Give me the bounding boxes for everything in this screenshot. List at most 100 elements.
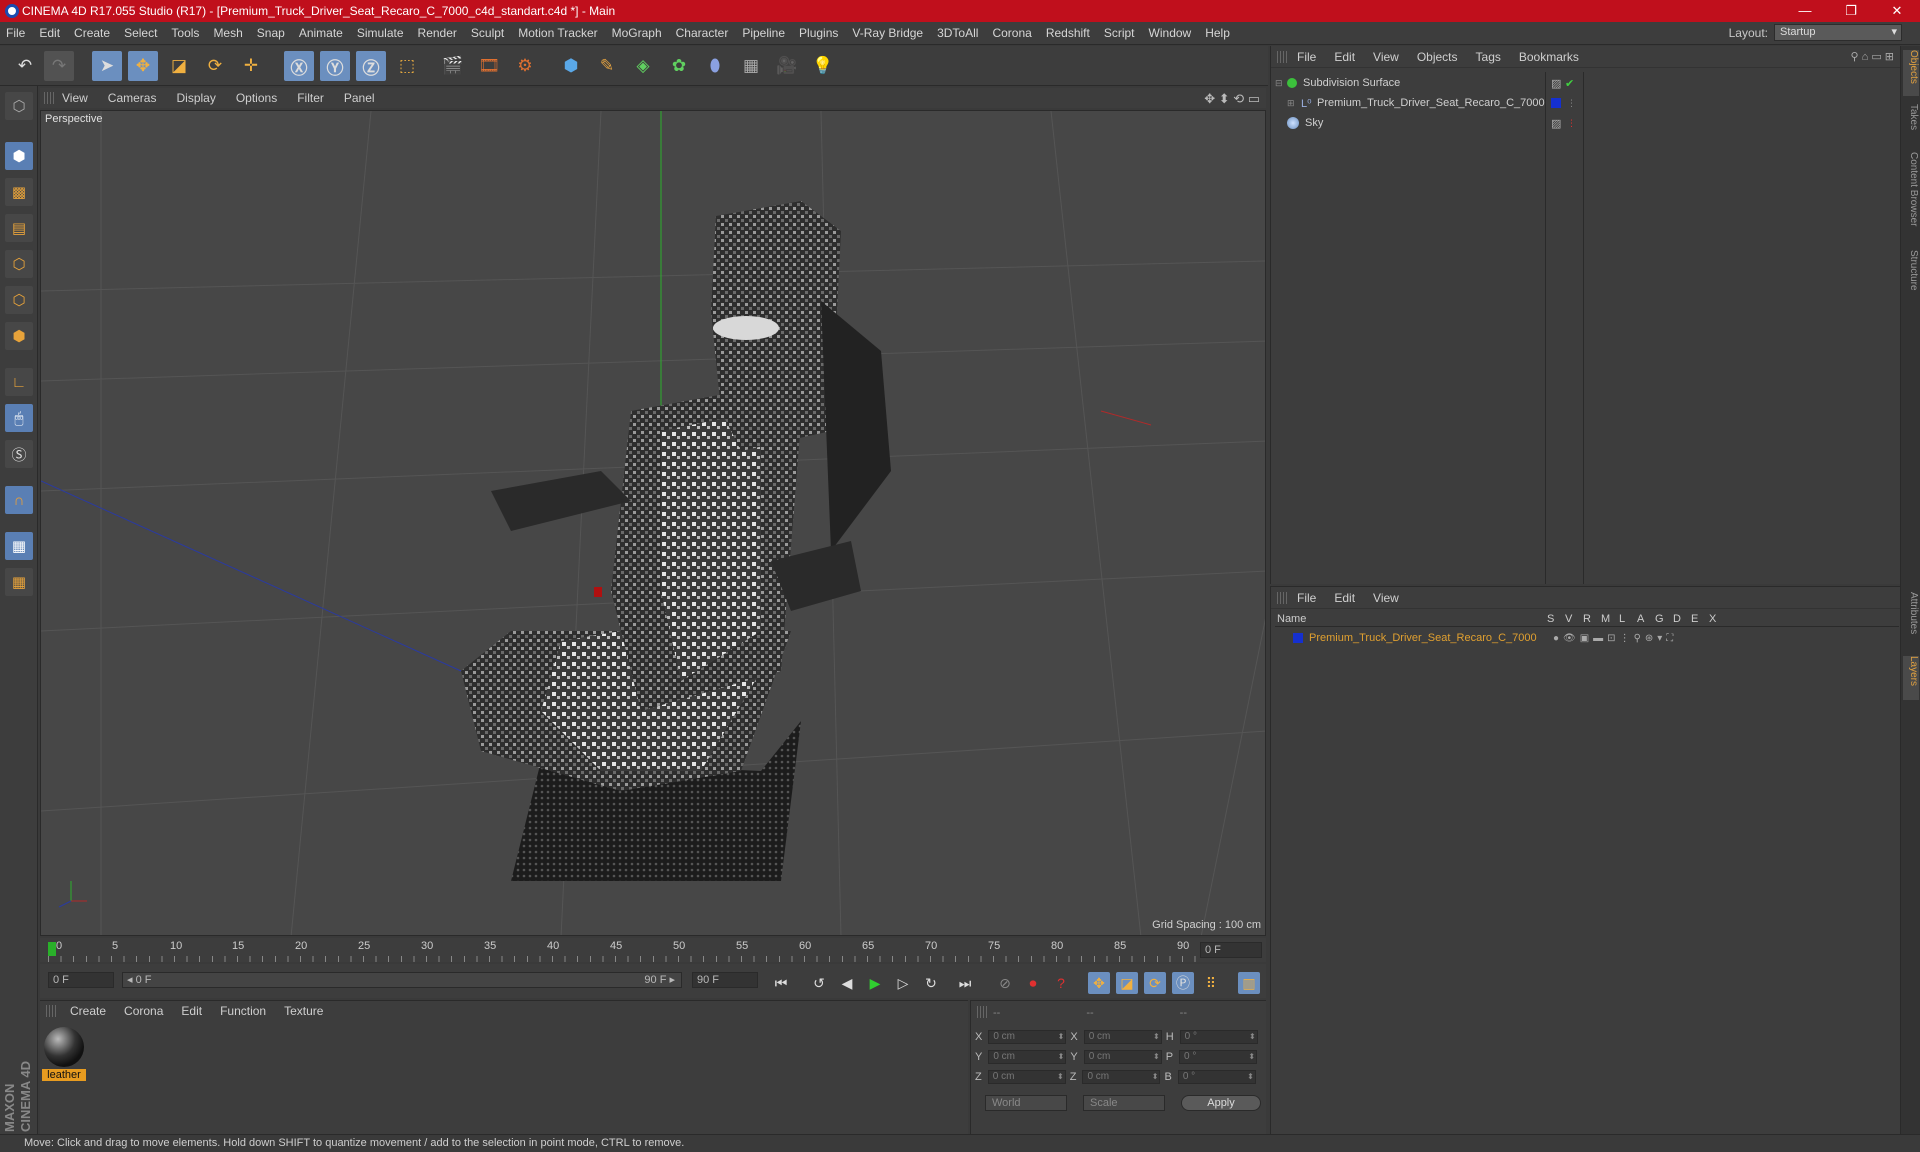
workplane-lock-icon[interactable]: ▦ xyxy=(5,532,33,560)
panel-grip-icon[interactable] xyxy=(46,1005,56,1017)
rotation-b-field[interactable]: 0 ° xyxy=(1177,1070,1256,1084)
subdivision-generator-icon[interactable]: ◈ xyxy=(628,51,658,81)
key-rotation-icon[interactable]: ⟳ xyxy=(1144,972,1166,994)
key-scale-icon[interactable]: ◪ xyxy=(1116,972,1138,994)
viewport-menu-cameras[interactable]: Cameras xyxy=(108,91,157,105)
menu-select[interactable]: Select xyxy=(124,26,157,40)
layer-menu-edit[interactable]: Edit xyxy=(1334,591,1355,605)
expand-icon[interactable]: ⊞ xyxy=(1287,98,1299,109)
layer-col-locked[interactable]: L xyxy=(1619,613,1637,625)
object-name[interactable]: Subdivision Surface xyxy=(1303,77,1400,89)
tab-objects[interactable]: Objects xyxy=(1903,50,1919,96)
layer-col-visible[interactable]: V xyxy=(1565,613,1583,625)
perspective-viewport[interactable]: Perspective Grid Spacing : 100 cm xyxy=(40,110,1266,936)
menu-3dtoall[interactable]: 3DToAll xyxy=(937,26,978,40)
menu-plugins[interactable]: Plugins xyxy=(799,26,838,40)
rotation-h-field[interactable]: 0 ° xyxy=(1179,1030,1258,1044)
planar-workplane-icon[interactable]: ▦ xyxy=(5,568,33,596)
viewport-navigation-icons[interactable]: ✥ ⬍ ⟲ ▭ xyxy=(1204,91,1260,107)
axis-mode-icon[interactable]: ∟ xyxy=(5,368,33,396)
previous-key-icon[interactable]: ↺ xyxy=(808,972,830,994)
position-y-field[interactable]: 0 cm xyxy=(988,1050,1067,1064)
menu-sculpt[interactable]: Sculpt xyxy=(471,26,504,40)
floor-scene-icon[interactable]: ▦ xyxy=(736,51,766,81)
visibility-dots-icon[interactable]: ⋮ xyxy=(1567,98,1576,109)
model-mode-icon[interactable]: ⬢ xyxy=(5,142,33,170)
menu-pipeline[interactable]: Pipeline xyxy=(742,26,785,40)
layout-dropdown[interactable]: Startup xyxy=(1774,24,1902,41)
layer-toggle-icons[interactable]: ●👁▣▬⊡⋮⚲⊛▾⛶ xyxy=(1553,633,1677,644)
menu-character[interactable]: Character xyxy=(676,26,729,40)
object-menu-tags[interactable]: Tags xyxy=(1476,50,1501,64)
position-x-field[interactable]: 0 cm xyxy=(988,1030,1067,1044)
object-menu-edit[interactable]: Edit xyxy=(1334,50,1355,64)
start-frame-field[interactable]: 0 F xyxy=(48,972,114,988)
menu-render[interactable]: Render xyxy=(418,26,457,40)
edges-mode-icon[interactable]: ⬡ xyxy=(5,286,33,314)
layer-menu-view[interactable]: View xyxy=(1373,591,1399,605)
coordinate-space-dropdown[interactable]: World xyxy=(985,1095,1067,1111)
workplane-mode-icon[interactable]: ▤ xyxy=(5,214,33,242)
next-key-icon[interactable]: ↻ xyxy=(920,972,942,994)
apply-button[interactable]: Apply xyxy=(1181,1095,1261,1111)
cube-primitive-icon[interactable]: ⬢ xyxy=(556,51,586,81)
material-menu-function[interactable]: Function xyxy=(220,1004,266,1018)
menu-redshift[interactable]: Redshift xyxy=(1046,26,1090,40)
layer-name[interactable]: Premium_Truck_Driver_Seat_Recaro_C_7000 xyxy=(1309,632,1553,644)
viewport-menu-panel[interactable]: Panel xyxy=(344,91,375,105)
material-menu-corona[interactable]: Corona xyxy=(124,1004,163,1018)
layer-color-swatch[interactable] xyxy=(1551,98,1561,108)
end-frame-field[interactable]: 90 F xyxy=(692,972,758,988)
current-frame-field[interactable]: 0 F xyxy=(1200,942,1262,958)
go-to-start-icon[interactable]: ⏮ xyxy=(770,972,792,994)
material-menu-create[interactable]: Create xyxy=(70,1004,106,1018)
viewport-menu-view[interactable]: View xyxy=(62,91,88,105)
close-button[interactable]: ✕ xyxy=(1874,0,1920,22)
coordinate-system-icon[interactable]: ⬚ xyxy=(392,51,422,81)
visibility-dots-icon[interactable]: ⋮ xyxy=(1567,118,1576,129)
material-menu-texture[interactable]: Texture xyxy=(284,1004,323,1018)
position-z-field[interactable]: 0 cm xyxy=(987,1070,1066,1084)
tab-attributes[interactable]: Attributes xyxy=(1903,592,1919,652)
rotation-p-field[interactable]: 0 ° xyxy=(1179,1050,1258,1064)
menu-script[interactable]: Script xyxy=(1104,26,1135,40)
layer-menu-file[interactable]: File xyxy=(1297,591,1316,605)
layer-row[interactable]: Premium_Truck_Driver_Seat_Recaro_C_7000 … xyxy=(1275,629,1899,647)
snap-magnet-icon[interactable]: ∩ xyxy=(5,486,33,514)
key-pla-icon[interactable]: ⠿ xyxy=(1200,972,1222,994)
layer-col-deformers[interactable]: D xyxy=(1673,613,1691,625)
menu-vray-bridge[interactable]: V-Ray Bridge xyxy=(852,26,923,40)
object-row[interactable]: ⊞ L⁰ Premium_Truck_Driver_Seat_Recaro_C_… xyxy=(1275,94,1899,112)
enabled-check-icon[interactable]: ✔ xyxy=(1565,77,1574,90)
select-arrow-icon[interactable]: ➤ xyxy=(92,51,122,81)
menu-mesh[interactable]: Mesh xyxy=(213,26,242,40)
live-select-icon[interactable]: ✛ xyxy=(236,51,266,81)
camera-icon[interactable]: 🎥 xyxy=(772,51,802,81)
solo-mode-icon[interactable]: Ⓢ xyxy=(5,440,33,468)
layer-col-manager[interactable]: M xyxy=(1601,613,1619,625)
render-picture-viewer-icon[interactable]: 🎞 xyxy=(474,51,504,81)
object-menu-view[interactable]: View xyxy=(1373,50,1399,64)
size-x-field[interactable]: 0 cm xyxy=(1083,1030,1162,1044)
scale-icon[interactable]: ◪ xyxy=(164,51,194,81)
menu-mograph[interactable]: MoGraph xyxy=(612,26,662,40)
menu-tools[interactable]: Tools xyxy=(171,26,199,40)
object-menu-bookmarks[interactable]: Bookmarks xyxy=(1519,50,1579,64)
menu-animate[interactable]: Animate xyxy=(299,26,343,40)
go-to-end-icon[interactable]: ⏭ xyxy=(954,972,976,994)
material-item[interactable]: leather xyxy=(42,1025,86,1081)
previous-frame-icon[interactable]: ◀ xyxy=(836,972,858,994)
object-manager-nav-icons[interactable]: ⚲ ⌂ ▭ ⊞ xyxy=(1851,50,1894,63)
playhead[interactable] xyxy=(48,942,56,956)
tab-content-browser[interactable]: Content Browser xyxy=(1903,152,1919,242)
make-editable-icon[interactable]: ⬡ xyxy=(5,92,33,120)
z-axis-icon[interactable]: Ⓩ xyxy=(356,51,386,81)
panel-grip-icon[interactable] xyxy=(977,1006,987,1018)
layer-col-solo[interactable]: S xyxy=(1547,613,1565,625)
size-y-field[interactable]: 0 cm xyxy=(1083,1050,1162,1064)
panel-grip-icon[interactable] xyxy=(44,92,54,104)
object-visibility-icon[interactable]: ▨ xyxy=(1551,117,1561,130)
key-parameter-icon[interactable]: Ⓟ xyxy=(1172,972,1194,994)
record-keys-icon[interactable]: ⊘ xyxy=(994,972,1016,994)
object-name[interactable]: Premium_Truck_Driver_Seat_Recaro_C_7000 xyxy=(1317,97,1545,109)
